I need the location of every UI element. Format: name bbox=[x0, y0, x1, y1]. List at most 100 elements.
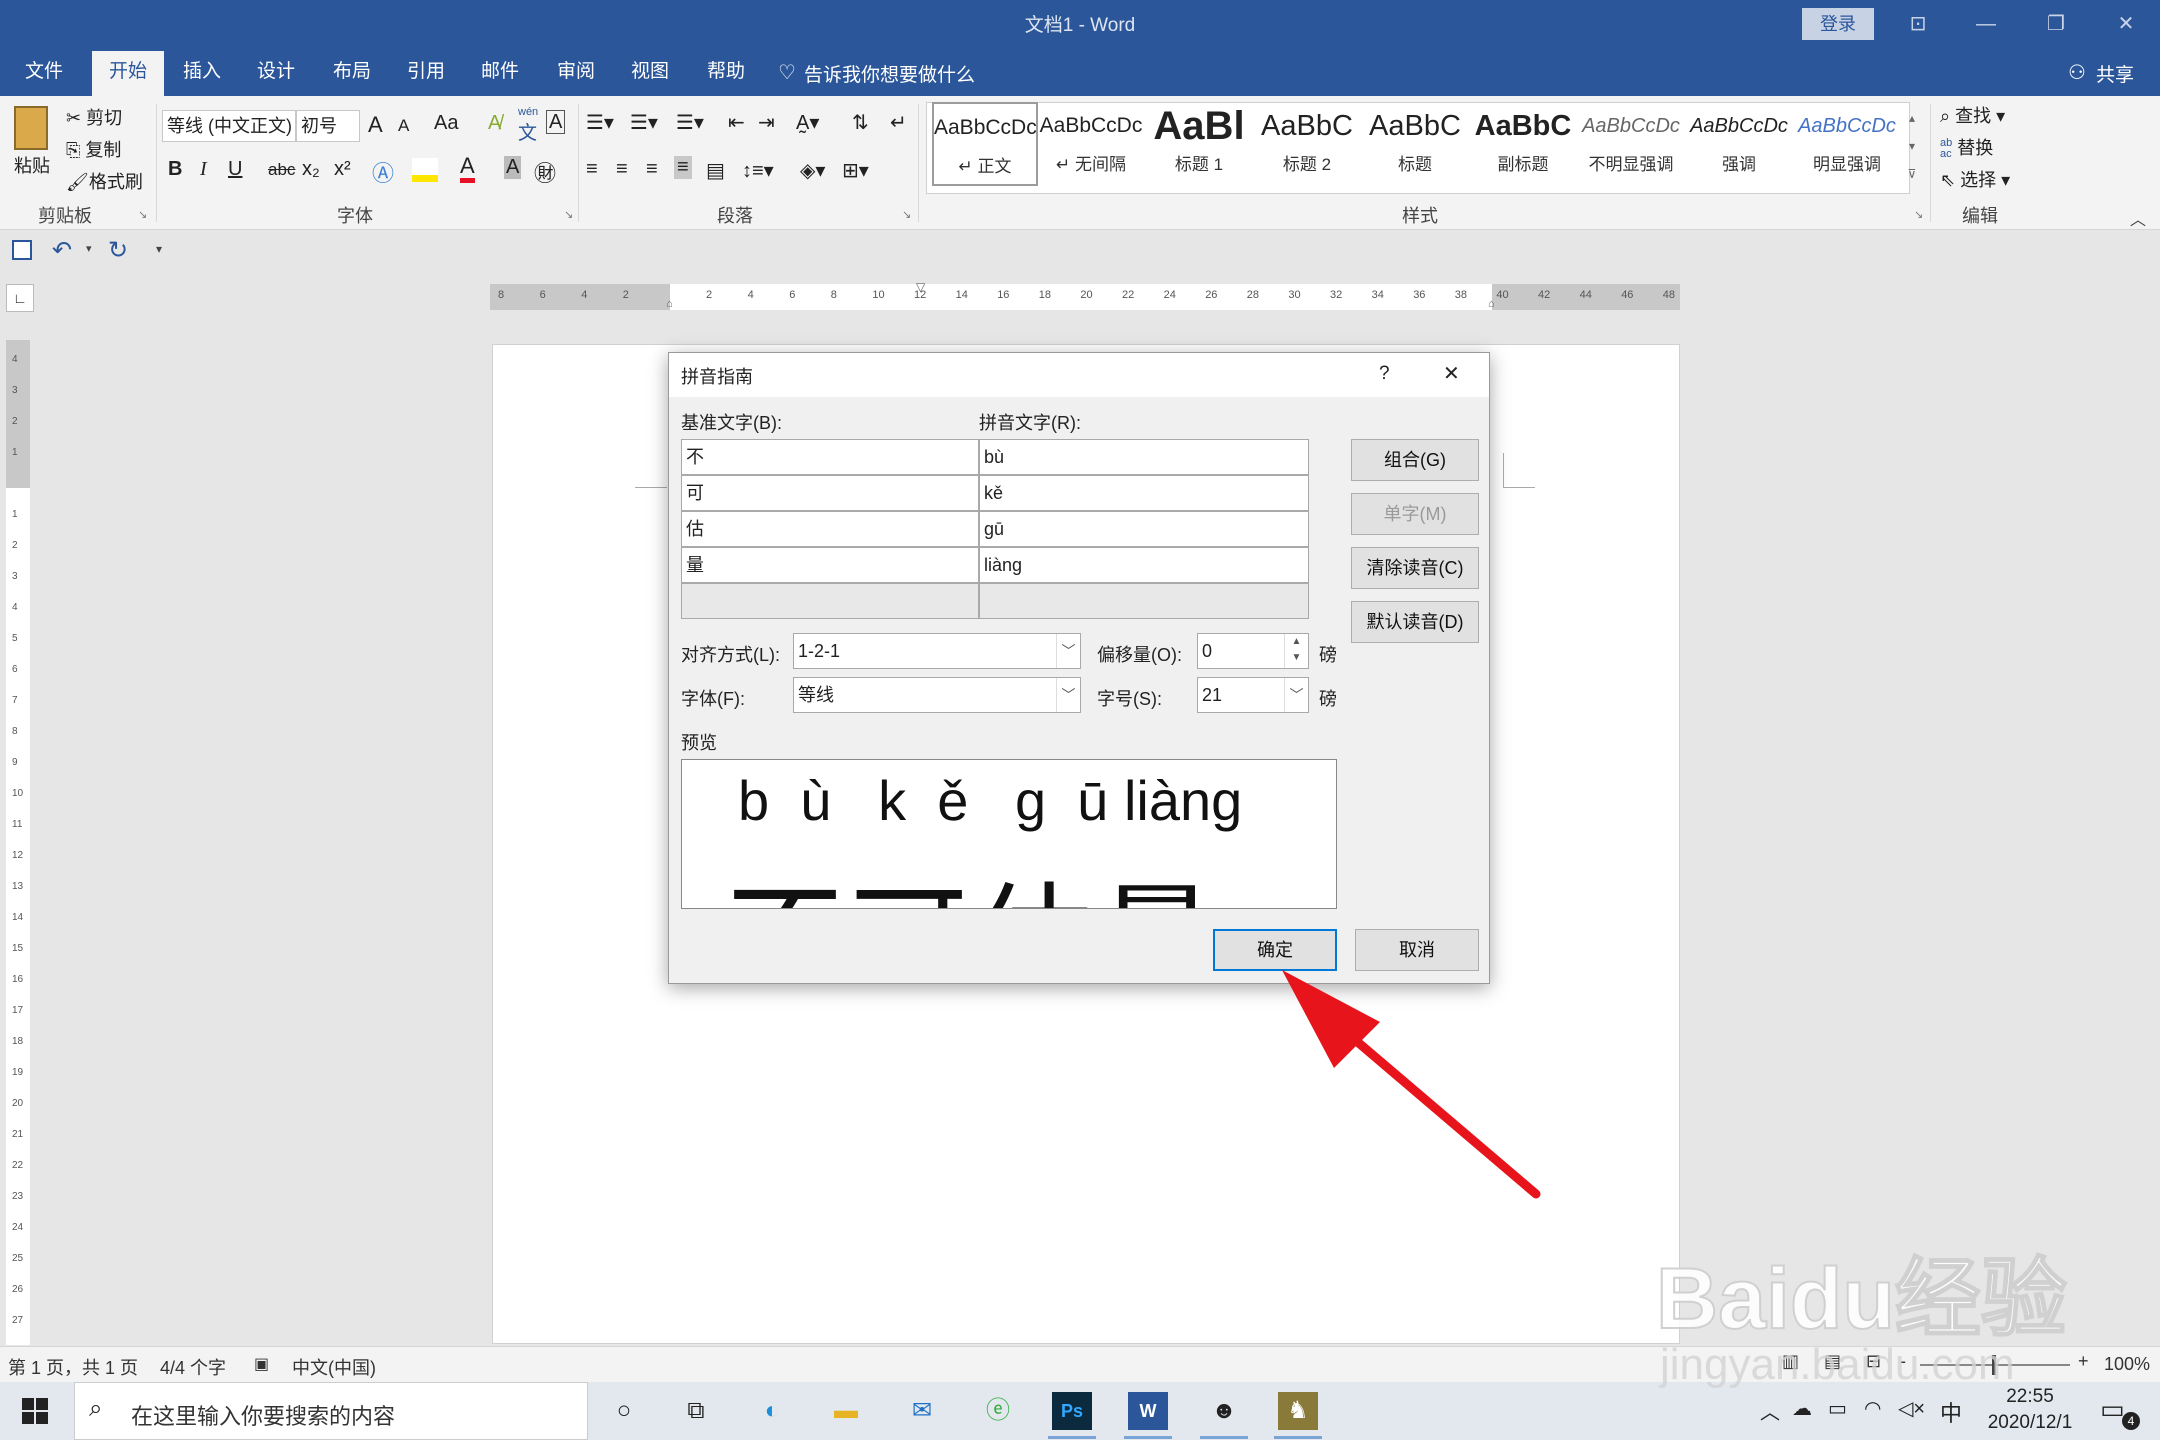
task-view-icon[interactable]: ⧉ bbox=[676, 1392, 716, 1430]
ime-indicator[interactable]: 中 bbox=[1940, 1396, 1962, 1428]
photoshop-icon[interactable]: Ps bbox=[1052, 1392, 1092, 1430]
replace-button[interactable]: ab ac 替换 bbox=[1940, 134, 1993, 160]
battery-icon[interactable]: ▭ bbox=[1828, 1396, 1847, 1421]
share-button[interactable]: 共享 bbox=[2096, 60, 2134, 87]
base-text-field[interactable]: 量 bbox=[681, 547, 979, 583]
tab-references[interactable]: 引用 bbox=[396, 48, 456, 96]
group-button[interactable]: 组合(G) bbox=[1351, 439, 1479, 481]
language-indicator[interactable]: 中文(中国) bbox=[292, 1354, 376, 1380]
ie-icon[interactable]: ⓔ bbox=[978, 1392, 1018, 1430]
align-center-icon[interactable]: ≡ bbox=[616, 158, 628, 181]
ruby-text-field[interactable]: kě bbox=[979, 475, 1309, 511]
clear-reading-button[interactable]: 清除读音(C) bbox=[1351, 547, 1479, 589]
windows-start-icon[interactable] bbox=[22, 1398, 48, 1424]
right-indent-marker-icon[interactable]: ⌂ bbox=[1488, 298, 1495, 310]
base-text-field[interactable]: 估 bbox=[681, 511, 979, 547]
format-painter-button[interactable]: 🖌格式刷 bbox=[66, 168, 143, 194]
customize-qat-icon[interactable]: ▾ bbox=[156, 242, 162, 256]
mono-button[interactable]: 单字(M) bbox=[1351, 493, 1479, 535]
word-count[interactable]: 4/4 个字 bbox=[160, 1354, 226, 1380]
zoom-level[interactable]: 100% bbox=[2104, 1354, 2150, 1375]
show-marks-icon[interactable]: ↵ bbox=[890, 110, 907, 135]
tab-design[interactable]: 设计 bbox=[246, 48, 306, 96]
collapse-ribbon-icon[interactable]: ︿ bbox=[2130, 206, 2146, 230]
tab-insert[interactable]: 插入 bbox=[172, 48, 232, 96]
style-heading-2[interactable]: AaBbC 标题 2 bbox=[1254, 102, 1360, 186]
qq-icon[interactable]: ☻ bbox=[1204, 1392, 1244, 1430]
edge-icon[interactable]: ◐ bbox=[752, 1392, 792, 1430]
bold-button[interactable]: B bbox=[168, 158, 182, 181]
clock-date[interactable]: 2020/12/1 bbox=[1972, 1412, 2088, 1434]
base-text-field[interactable]: 可 bbox=[681, 475, 979, 511]
login-button[interactable]: 登录 bbox=[1802, 8, 1874, 40]
styles-scroll-icon[interactable]: ▴ ▾ ⊽ bbox=[1900, 104, 1924, 192]
chinese-layout-icon[interactable]: A̰▾ bbox=[796, 110, 819, 135]
select-button[interactable]: ⇖ 选择 ▾ bbox=[1940, 166, 2010, 192]
shading-icon[interactable]: ◈▾ bbox=[800, 158, 825, 183]
style-subtle-emphasis[interactable]: AaBbCcDc 不明显强调 bbox=[1578, 102, 1684, 186]
horizontal-ruler[interactable]: 8 6 4 2 2 4 6 8 10 12 14 16 18 20 22 24 26 28 30 32 34 36 38 40… bbox=[490, 280, 1680, 310]
font-color-button[interactable]: A bbox=[460, 154, 475, 183]
clear-format-icon[interactable]: A̸ bbox=[488, 112, 501, 135]
tab-help[interactable]: 帮助 bbox=[696, 48, 756, 96]
game-icon[interactable]: ♞ bbox=[1278, 1392, 1318, 1430]
cortana-icon[interactable]: ○ bbox=[604, 1392, 644, 1430]
base-text-field[interactable]: 不 bbox=[681, 439, 979, 475]
find-button[interactable]: ⌕ 查找 ▾ bbox=[1940, 102, 2005, 128]
file-explorer-icon[interactable]: ▬ bbox=[826, 1392, 866, 1430]
cloud-icon[interactable]: ☁ bbox=[1792, 1396, 1812, 1421]
taskbar-search[interactable]: ⌕ 在这里输入你要搜索的内容 bbox=[74, 1382, 588, 1440]
undo-icon[interactable]: ↶ bbox=[52, 236, 72, 265]
tab-stop-selector[interactable]: ∟ bbox=[6, 284, 34, 312]
ruby-text-field[interactable]: liàng bbox=[979, 547, 1309, 583]
styles-launcher-icon[interactable]: ↘ bbox=[1914, 208, 1923, 221]
left-indent-marker-icon[interactable]: ⌂ bbox=[666, 298, 673, 310]
dialog-close-button[interactable]: ✕ bbox=[1443, 361, 1460, 386]
highlight-icon[interactable] bbox=[412, 158, 438, 182]
phonetic-guide-button[interactable]: wén 文 bbox=[518, 106, 538, 145]
offset-spinner[interactable]: 0 ▲ ▼ bbox=[1197, 633, 1309, 669]
tab-layout[interactable]: 布局 bbox=[322, 48, 382, 96]
enclose-char-icon[interactable]: ㊖ bbox=[534, 156, 556, 188]
ruby-text-field[interactable]: bù bbox=[979, 439, 1309, 475]
style-title[interactable]: AaBbC 标题 bbox=[1362, 102, 1468, 186]
volume-icon[interactable]: ◁× bbox=[1898, 1396, 1925, 1421]
clipboard-launcher-icon[interactable]: ↘ bbox=[138, 208, 147, 221]
style-emphasis[interactable]: AaBbCcDc 强调 bbox=[1686, 102, 1792, 186]
shrink-font-button[interactable]: A bbox=[398, 116, 409, 136]
style-intense-emphasis[interactable]: AaBbCcDc 明显强调 bbox=[1794, 102, 1900, 186]
size-select[interactable]: 21 ﹀ bbox=[1197, 677, 1309, 713]
save-icon[interactable] bbox=[12, 240, 32, 260]
justify-icon[interactable]: ≡ bbox=[674, 156, 692, 179]
cut-button[interactable]: ✂ 剪切 bbox=[66, 104, 122, 130]
tab-mailings[interactable]: 邮件 bbox=[470, 48, 530, 96]
word-icon[interactable]: W bbox=[1128, 1392, 1168, 1430]
ruby-text-field[interactable]: gū bbox=[979, 511, 1309, 547]
style-subtitle[interactable]: AaBbC 副标题 bbox=[1470, 102, 1576, 186]
help-button[interactable]: ? bbox=[1379, 363, 1390, 385]
char-border-button[interactable]: A bbox=[546, 110, 566, 134]
alignment-select[interactable]: 1-2-1 ﹀ bbox=[793, 633, 1081, 669]
tab-review[interactable]: 审阅 bbox=[546, 48, 606, 96]
strikethrough-button[interactable]: abc bbox=[268, 160, 295, 180]
style-heading-1[interactable]: AaBl 标题 1 bbox=[1146, 102, 1252, 186]
ribbon-display-icon[interactable]: ⊡ bbox=[1898, 6, 1938, 42]
subscript-button[interactable]: x₂ bbox=[302, 158, 320, 181]
font-select[interactable]: 等线 ﹀ bbox=[793, 677, 1081, 713]
tell-me-box[interactable]: 告诉我你想要做什么 bbox=[804, 60, 975, 87]
font-name-box[interactable]: 等线 (中文正文) bbox=[162, 110, 296, 142]
underline-button[interactable]: U bbox=[228, 158, 242, 181]
align-right-icon[interactable]: ≡ bbox=[646, 158, 658, 181]
borders-icon[interactable]: ⊞▾ bbox=[842, 158, 869, 183]
undo-dropdown-icon[interactable]: ▾ bbox=[86, 242, 92, 255]
paragraph-launcher-icon[interactable]: ↘ bbox=[902, 208, 911, 221]
first-line-indent-icon[interactable]: ▽ bbox=[916, 280, 925, 294]
multilevel-list-icon[interactable]: ☰▾ bbox=[676, 110, 704, 135]
chevron-up-icon[interactable]: ︿ bbox=[1760, 1396, 1780, 1425]
paste-button[interactable]: 粘贴 bbox=[14, 152, 50, 178]
superscript-button[interactable]: x² bbox=[334, 158, 351, 181]
tab-file[interactable]: 文件 bbox=[14, 48, 74, 96]
numbering-icon[interactable]: ☰▾ bbox=[630, 110, 658, 135]
align-left-icon[interactable]: ≡ bbox=[586, 158, 598, 181]
italic-button[interactable]: I bbox=[200, 158, 207, 181]
